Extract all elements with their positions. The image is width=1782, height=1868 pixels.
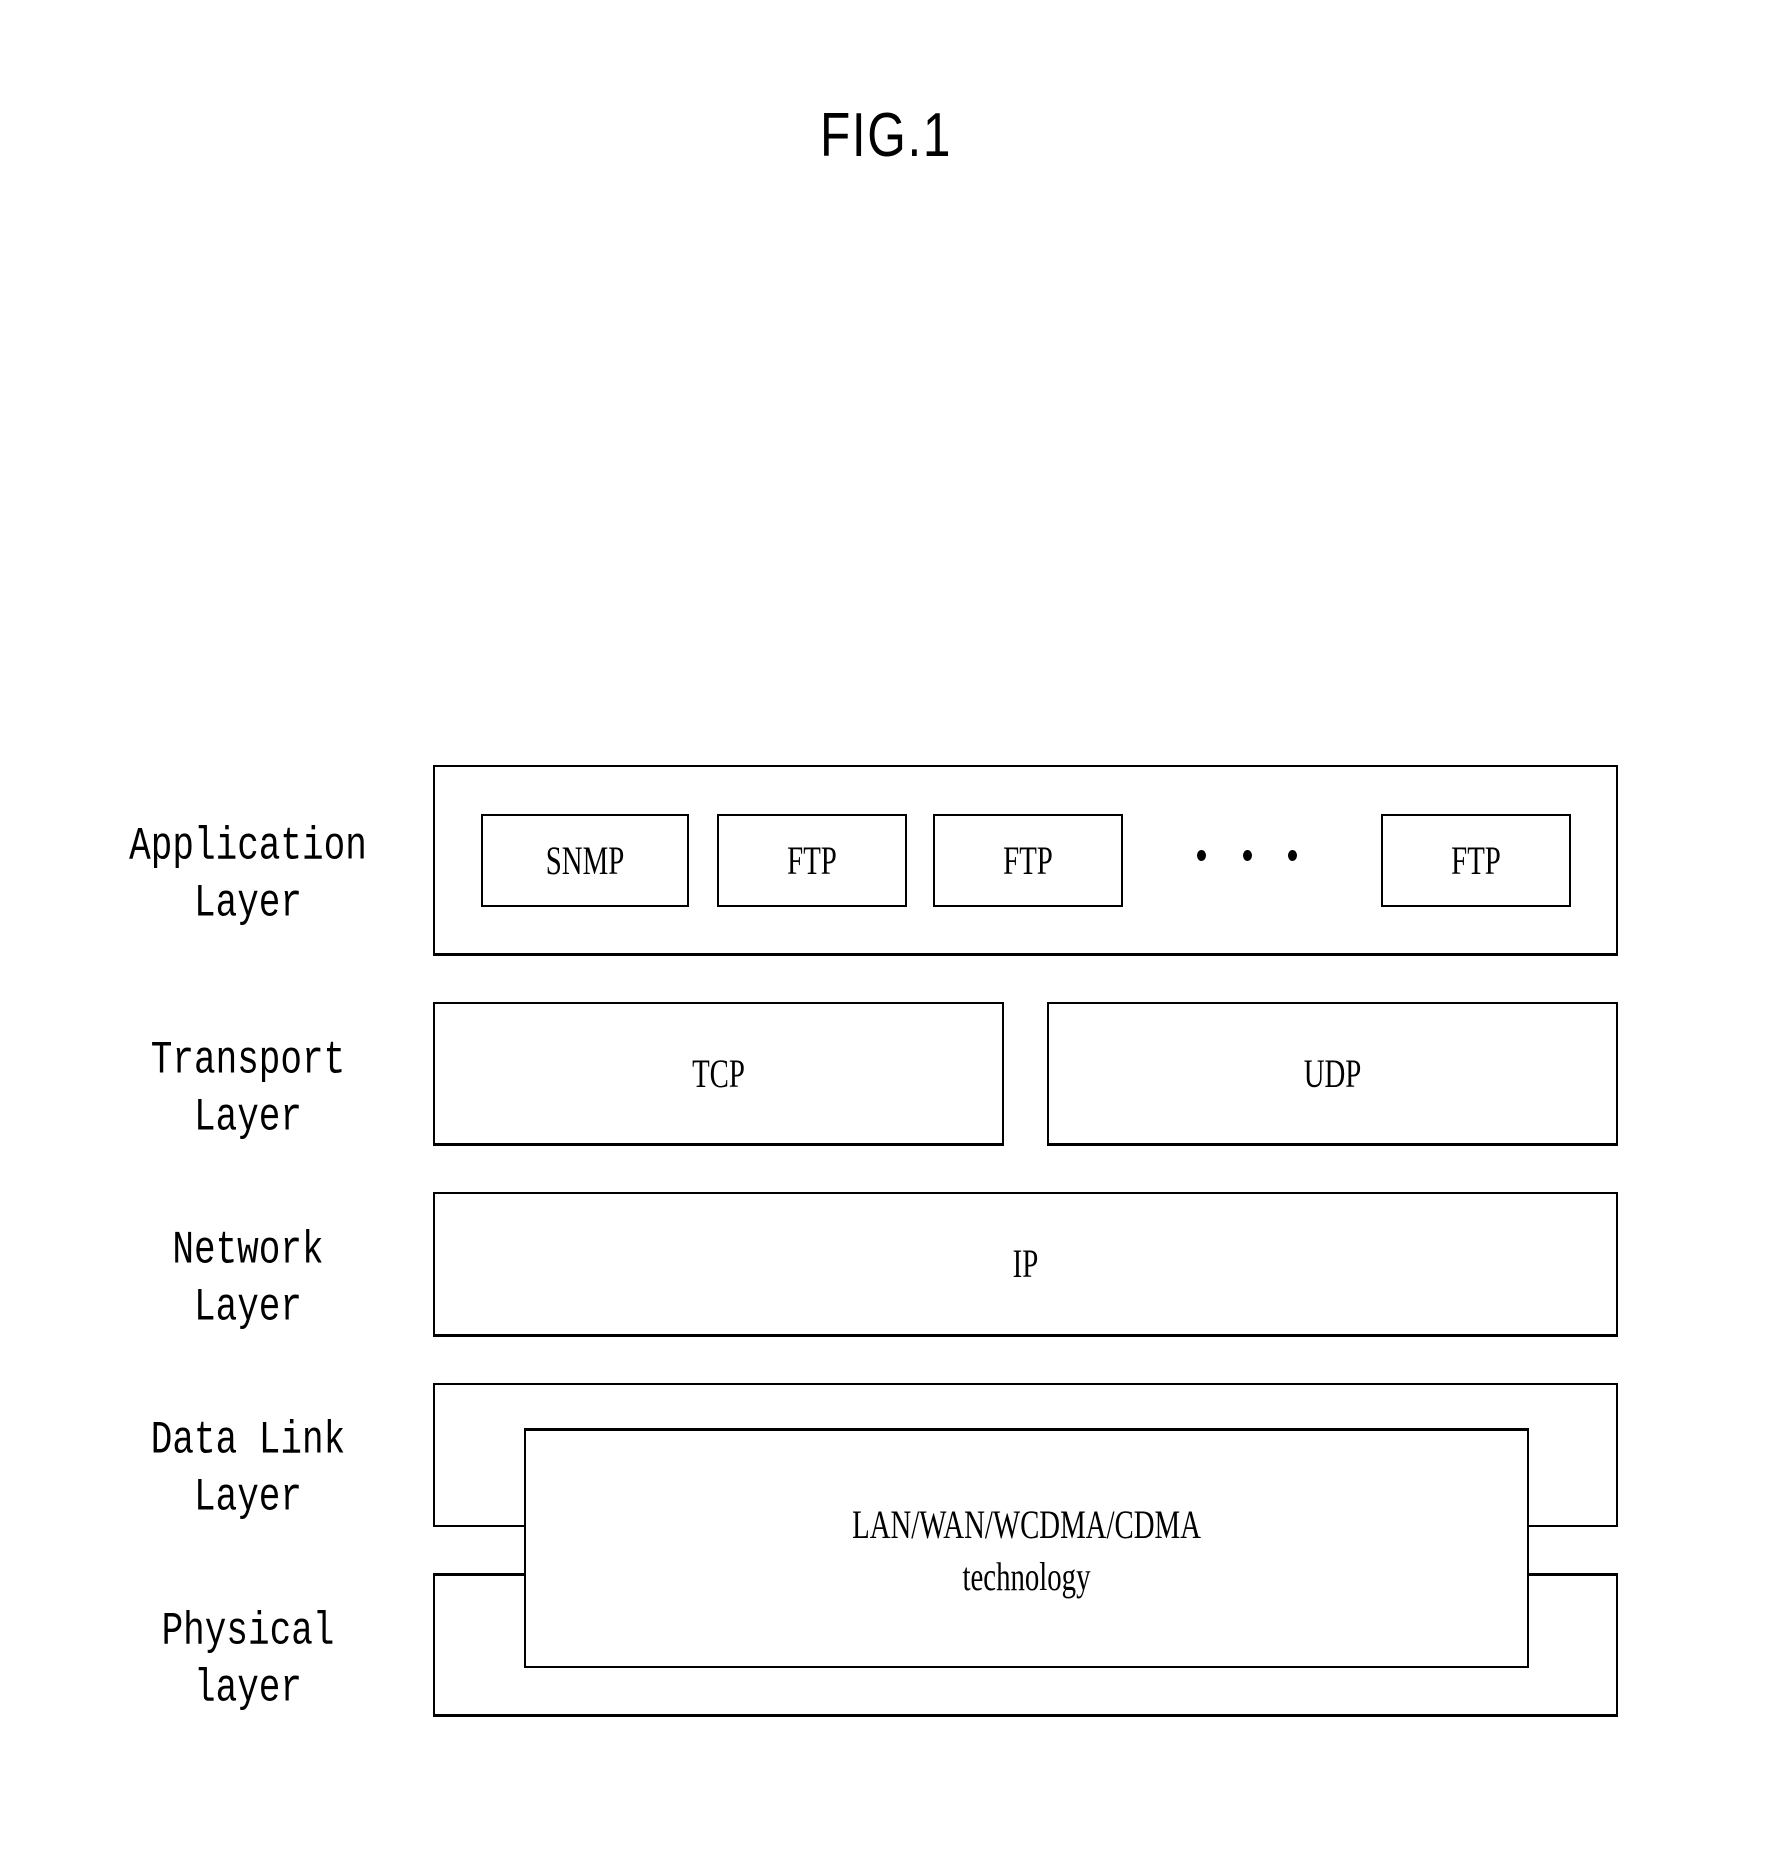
figure-title: FIG.1 bbox=[819, 101, 953, 170]
protocol-box-snmp: SNMP bbox=[481, 814, 689, 907]
protocol-label: TCP bbox=[692, 1050, 745, 1096]
label-line: Layer bbox=[193, 1470, 303, 1524]
protocol-label: FTP bbox=[1003, 837, 1053, 883]
transport-box-tcp: TCP bbox=[433, 1002, 1004, 1146]
label-line: Layer bbox=[193, 1280, 303, 1334]
label-line: Application bbox=[129, 819, 367, 873]
transport-box-udp: UDP bbox=[1047, 1002, 1618, 1146]
ellipsis-dot bbox=[1288, 850, 1297, 861]
protocol-label: FTP bbox=[1451, 837, 1501, 883]
network-box-ip: IP bbox=[433, 1192, 1618, 1337]
label-line: Layer bbox=[193, 1090, 303, 1144]
technology-line: LAN/WAN/WCDMA/CDMA bbox=[852, 1502, 1201, 1547]
label-network-layer: Network Layer bbox=[98, 1222, 398, 1336]
label-application-layer: Application Layer bbox=[98, 818, 398, 932]
protocol-label: SNMP bbox=[545, 837, 625, 883]
ellipsis-dot bbox=[1197, 850, 1206, 861]
link-physical-technology-box: LAN/WAN/WCDMA/CDMA technology bbox=[524, 1428, 1529, 1668]
technology-line: technology bbox=[962, 1554, 1091, 1599]
technology-label: LAN/WAN/WCDMA/CDMA technology bbox=[666, 1499, 1387, 1603]
protocol-box-ftp: FTP bbox=[933, 814, 1123, 907]
label-datalink-layer: Data Link Layer bbox=[98, 1412, 398, 1526]
patent-figure: FIG.1 Application Layer Transport Layer … bbox=[0, 0, 1782, 1868]
ellipsis-dot bbox=[1243, 850, 1252, 861]
label-line: layer bbox=[193, 1661, 303, 1715]
protocol-box-ftp: FTP bbox=[717, 814, 907, 907]
label-line: Physical bbox=[161, 1604, 335, 1658]
protocol-box-ftp: FTP bbox=[1381, 814, 1571, 907]
label-line: Network bbox=[172, 1223, 324, 1277]
label-line: Data Link bbox=[150, 1413, 346, 1467]
protocol-label: UDP bbox=[1303, 1050, 1362, 1096]
protocol-label: IP bbox=[1012, 1241, 1039, 1286]
label-line: Transport bbox=[150, 1033, 346, 1087]
label-physical-layer: Physical layer bbox=[98, 1603, 398, 1717]
label-line: Layer bbox=[193, 876, 303, 930]
label-transport-layer: Transport Layer bbox=[98, 1032, 398, 1146]
protocol-label: FTP bbox=[787, 837, 837, 883]
